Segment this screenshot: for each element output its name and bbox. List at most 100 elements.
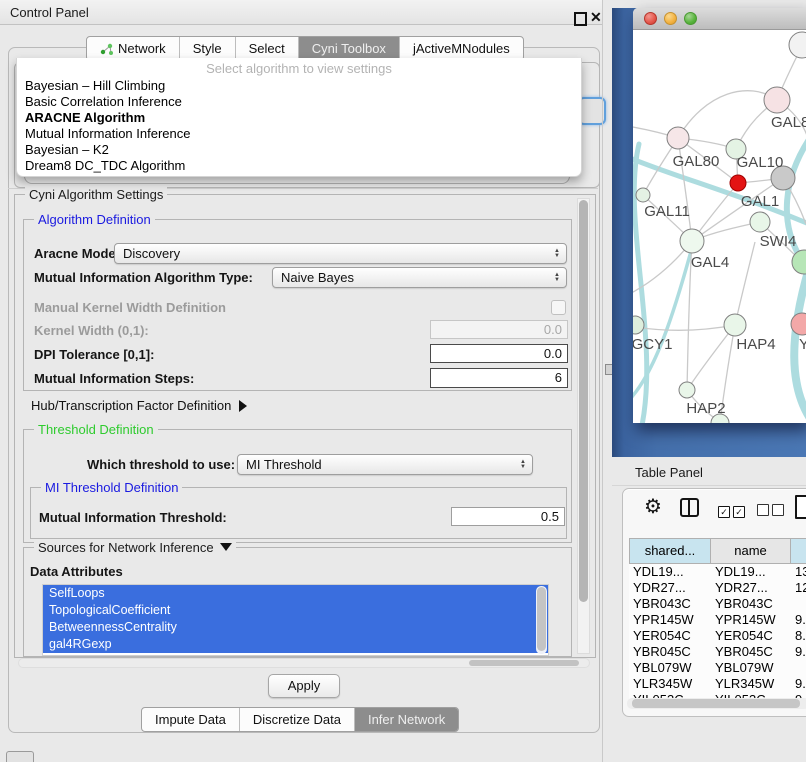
tab-impute-data[interactable]: Impute Data [142, 708, 239, 731]
mi-threshold-group-title: MI Threshold Definition [41, 480, 182, 495]
node-hap2[interactable] [679, 382, 695, 398]
mi-algorithm-type-combo[interactable]: Naive Bayes ▲▼ [272, 267, 567, 288]
node-gal11[interactable] [636, 188, 650, 202]
tab-discretize-data[interactable]: Discretize Data [239, 708, 354, 731]
table-row[interactable]: YDR27...YDR27...12 [629, 580, 806, 596]
table-row[interactable]: YPR145WYPR145W9. [629, 612, 806, 628]
kernel-width-field[interactable]: 0.0 [430, 320, 568, 339]
aracne-mode-label: Aracne Mode: [34, 246, 120, 261]
tab-style[interactable]: Style [179, 37, 235, 60]
data-attributes-label: Data Attributes [30, 564, 123, 579]
control-panel-title: Control Panel [10, 5, 89, 20]
svg-text:Y: Y [799, 336, 806, 353]
combo-arrows-icon: ▲▼ [554, 244, 560, 263]
tab-network[interactable]: Network [87, 37, 179, 60]
table-row[interactable]: YBL079WYBL079W [629, 660, 806, 676]
combo-arrows-icon: ▲▼ [520, 455, 526, 474]
list-item-topologicalcoefficient[interactable]: TopologicalCoefficient [43, 602, 548, 619]
which-threshold-combo[interactable]: MI Threshold ▲▼ [237, 454, 533, 475]
sources-group: Sources for Network Inference Data Attri… [23, 547, 572, 657]
bottom-tabs: Impute Data Discretize Data Infer Networ… [141, 707, 459, 732]
table-panel-body: ⚙ ✓✓ shared... name A YDL19...YDL19...13… [622, 488, 806, 717]
attributes-scrollbar[interactable] [536, 586, 547, 654]
list-item-betweennesscentrality[interactable]: BetweennessCentrality [43, 619, 548, 636]
mi-steps-label: Mutual Information Steps: [34, 371, 194, 386]
network-view-window[interactable]: GAL8 GAL80 GAL10 GAL1 GAL11 SWI4 GAL4 GC… [633, 8, 806, 423]
settings-vertical-scrollbar[interactable] [577, 198, 590, 654]
node-gal1[interactable] [750, 212, 770, 232]
mi-threshold-label: Mutual Information Threshold: [39, 510, 227, 525]
network-window-titlebar[interactable] [633, 8, 806, 30]
tab-cyni-toolbox[interactable]: Cyni Toolbox [298, 37, 399, 60]
which-threshold-label: Which threshold to use: [87, 457, 235, 472]
network-canvas[interactable]: GAL8 GAL80 GAL10 GAL1 GAL11 SWI4 GAL4 GC… [633, 30, 806, 423]
column-header-shared[interactable]: shared... [629, 538, 711, 564]
svg-text:GAL11: GAL11 [644, 203, 690, 220]
separator [612, 485, 806, 486]
tab-infer-network[interactable]: Infer Network [354, 708, 458, 731]
data-attributes-list[interactable]: SelfLoops TopologicalCoefficient Between… [42, 584, 549, 656]
settings-group-title: Cyni Algorithm Settings [25, 187, 167, 202]
table-row[interactable]: YLR345WYLR345W9. [629, 676, 806, 692]
network-nodes [633, 32, 806, 423]
table-row[interactable]: YER054CYER054C8. [629, 628, 806, 644]
algorithm-definition-title: Algorithm Definition [34, 212, 155, 227]
close-traffic-light-icon[interactable] [644, 12, 657, 25]
table-horizontal-scrollbar[interactable] [627, 698, 806, 709]
manual-kernel-width-label: Manual Kernel Width Definition [34, 300, 226, 315]
gear-icon[interactable]: ⚙ [644, 494, 662, 519]
column-header-name[interactable]: name [711, 538, 791, 564]
apply-button[interactable]: Apply [268, 674, 340, 698]
table-row[interactable]: YBR045CYBR045C9. [629, 644, 806, 660]
select-all-checkboxes-icon[interactable]: ✓✓ [718, 502, 748, 520]
desktop-background: GAL8 GAL80 GAL10 GAL1 GAL11 SWI4 GAL4 GC… [612, 8, 806, 457]
table-header-row: shared... name A [629, 538, 806, 564]
node-gal4[interactable] [680, 229, 704, 253]
dropdown-item-bayesian-hill-climbing[interactable]: Bayesian – Hill Climbing [17, 78, 581, 94]
list-item-selfloops[interactable]: SelfLoops [43, 585, 548, 602]
node-hap4[interactable] [724, 314, 746, 336]
columns-icon[interactable] [680, 498, 699, 517]
table-row[interactable]: YBR043CYBR043C [629, 596, 806, 612]
minimize-traffic-light-icon[interactable] [664, 12, 677, 25]
kernel-width-label: Kernel Width (0,1): [34, 323, 149, 338]
manual-kernel-width-checkbox[interactable] [551, 300, 566, 315]
collapse-arrow-icon [220, 543, 232, 551]
tab-jactivemnodules[interactable]: jActiveMNodules [399, 37, 523, 60]
table-row[interactable]: YDL19...YDL19...13 [629, 564, 806, 580]
dropdown-item-dream8[interactable]: Dream8 DC_TDC Algorithm [17, 158, 581, 174]
cyni-algorithm-settings-group: Cyni Algorithm Settings Algorithm Defini… [14, 194, 596, 658]
tab-select[interactable]: Select [235, 37, 298, 60]
dropdown-item-aracne[interactable]: ARACNE Algorithm [17, 110, 581, 126]
list-item-gal4rgexp[interactable]: gal4RGexp [43, 636, 548, 653]
column-header-clipped[interactable]: A [791, 538, 806, 564]
svg-text:HAP2: HAP2 [686, 400, 725, 417]
zoom-traffic-light-icon[interactable] [684, 12, 697, 25]
float-window-icon[interactable] [574, 12, 587, 26]
algorithm-definition-group: Algorithm Definition Aracne Mode: Discov… [23, 219, 572, 391]
node-gal80[interactable] [667, 127, 689, 149]
mi-steps-field[interactable]: 6 [430, 368, 568, 388]
dropdown-prompt: Select algorithm to view settings [17, 60, 581, 78]
threshold-definition-group: Threshold Definition Which threshold to … [23, 429, 572, 543]
svg-text:GAL10: GAL10 [737, 154, 784, 171]
sources-group-title: Sources for Network Inference [34, 540, 236, 555]
close-icon[interactable]: ✕ [590, 9, 602, 26]
node-selected-red[interactable] [730, 175, 746, 191]
document-icon[interactable] [795, 495, 806, 519]
node-gal8[interactable] [764, 87, 790, 113]
svg-text:GAL4: GAL4 [691, 254, 729, 271]
deselect-all-checkboxes-icon[interactable] [757, 503, 787, 521]
dropdown-item-bayesian-k2[interactable]: Bayesian – K2 [17, 142, 581, 158]
hub-definition-expander[interactable]: Hub/Transcription Factor Definition [31, 398, 247, 413]
dropdown-item-mutual-information[interactable]: Mutual Information Inference [17, 126, 581, 142]
mi-threshold-field[interactable]: 0.5 [451, 507, 565, 526]
svg-text:GAL80: GAL80 [673, 153, 720, 170]
settings-horizontal-scrollbar[interactable] [18, 658, 590, 668]
aracne-mode-combo[interactable]: Discovery ▲▼ [114, 243, 567, 264]
dpi-tolerance-field[interactable]: 0.0 [430, 344, 568, 363]
minimized-panel-stub[interactable] [6, 751, 34, 762]
dropdown-item-basic-correlation[interactable]: Basic Correlation Inference [17, 94, 581, 110]
node-unlabeled-top[interactable] [789, 32, 806, 58]
table-panel-title: Table Panel [635, 465, 703, 480]
